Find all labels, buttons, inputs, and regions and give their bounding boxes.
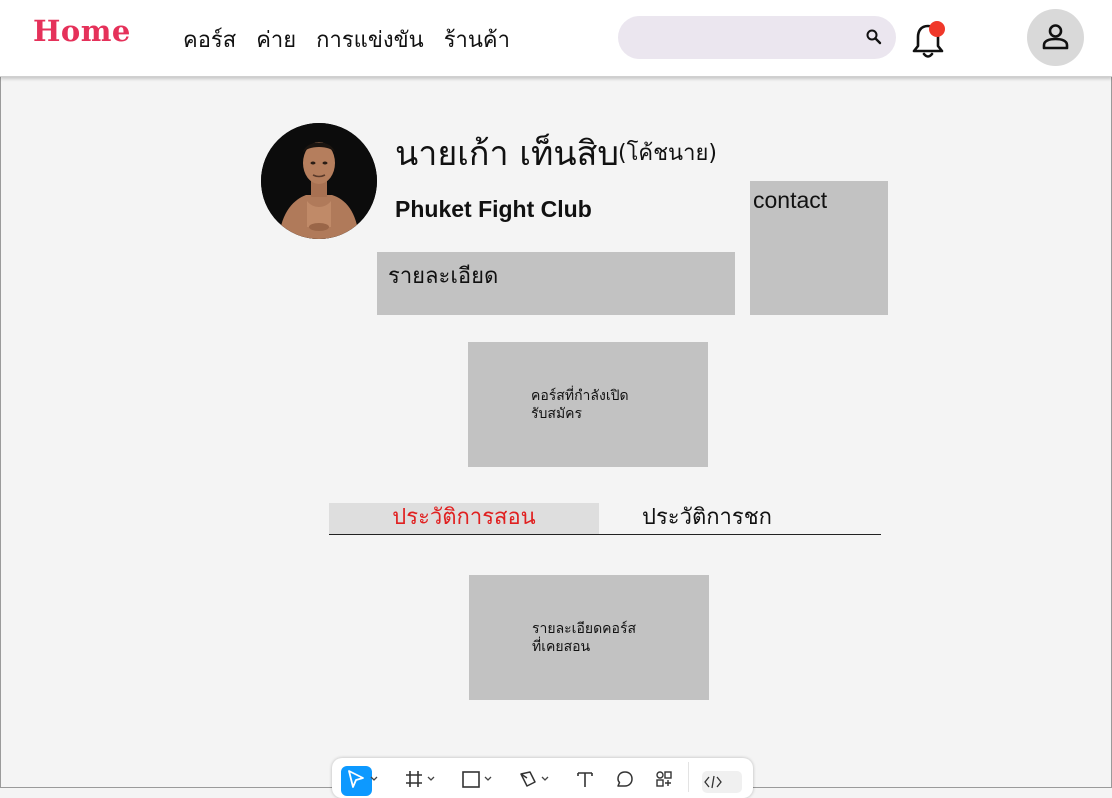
dev-mode-toggle[interactable] (702, 771, 742, 793)
contact-panel[interactable]: contact (750, 181, 888, 315)
chevron-down-icon (484, 776, 492, 781)
chevron-down-icon (427, 776, 435, 781)
comment-bubble-icon (617, 771, 633, 787)
top-navbar: Home คอร์ส ค่าย การแข่งขัน ร้านค้า (0, 0, 1112, 77)
chevron-down-icon (541, 776, 549, 781)
open-courses-panel[interactable]: คอร์สที่กำลังเปิด รับสมัคร (468, 342, 708, 467)
actions-tool[interactable] (654, 767, 674, 791)
comment-tool[interactable] (615, 767, 635, 791)
nav-item-courses[interactable]: คอร์ส (183, 22, 236, 57)
pen-icon (520, 771, 536, 787)
home-logo[interactable]: Home (33, 14, 131, 48)
frame-hash-icon (406, 771, 422, 787)
nav-item-shop[interactable]: ร้านค้า (444, 22, 510, 57)
tab-teaching-history[interactable]: ประวัติการสอน (329, 503, 599, 534)
user-icon (1042, 24, 1069, 50)
coach-role: (โค้ชนาย) (618, 141, 717, 166)
profile-photo (261, 123, 377, 239)
nav-item-competitions[interactable]: การแข่งขัน (316, 22, 424, 57)
components-grid-icon (656, 771, 672, 787)
notification-badge (929, 21, 945, 37)
contact-label: contact (753, 187, 828, 213)
open-courses-label: คอร์สที่กำลังเปิด รับสมัคร (531, 388, 629, 422)
details-label: รายละเอียด (388, 264, 499, 289)
tab-fight-history-label: ประวัติการชก (642, 505, 772, 530)
move-tool[interactable] (345, 767, 378, 791)
code-brackets-icon (704, 775, 722, 789)
main-nav: คอร์ส ค่าย การแข่งขัน ร้านค้า (183, 22, 530, 57)
club-name[interactable]: Phuket Fight Club (395, 196, 592, 223)
shape-tool[interactable] (461, 767, 492, 791)
design-toolbar (332, 758, 753, 798)
course-history-label: รายละเอียดคอร์ส ที่เคยสอน (532, 621, 637, 655)
rectangle-icon (462, 771, 480, 788)
tab-fight-history[interactable]: ประวัติการชก (599, 503, 881, 534)
cursor-arrow-icon (348, 770, 364, 788)
search-input[interactable] (632, 24, 856, 52)
toolbar-divider (688, 762, 689, 792)
text-icon (577, 772, 593, 787)
coach-name: นายเก้า เท็นสิบ (395, 134, 619, 174)
nav-item-camps[interactable]: ค่าย (256, 22, 296, 57)
history-tabs: ประวัติการสอน ประวัติการชก (329, 503, 881, 535)
course-history-panel[interactable]: รายละเอียดคอร์ส ที่เคยสอน (469, 575, 709, 700)
search-icon[interactable] (865, 28, 883, 46)
text-tool[interactable] (575, 767, 595, 791)
fighter-portrait (261, 123, 377, 239)
pen-tool[interactable] (518, 767, 549, 791)
chevron-down-icon (370, 776, 378, 781)
frame-tool[interactable] (404, 767, 435, 791)
details-panel: รายละเอียด (377, 252, 735, 315)
user-avatar-button[interactable] (1027, 9, 1084, 66)
search-bar[interactable] (618, 16, 896, 59)
